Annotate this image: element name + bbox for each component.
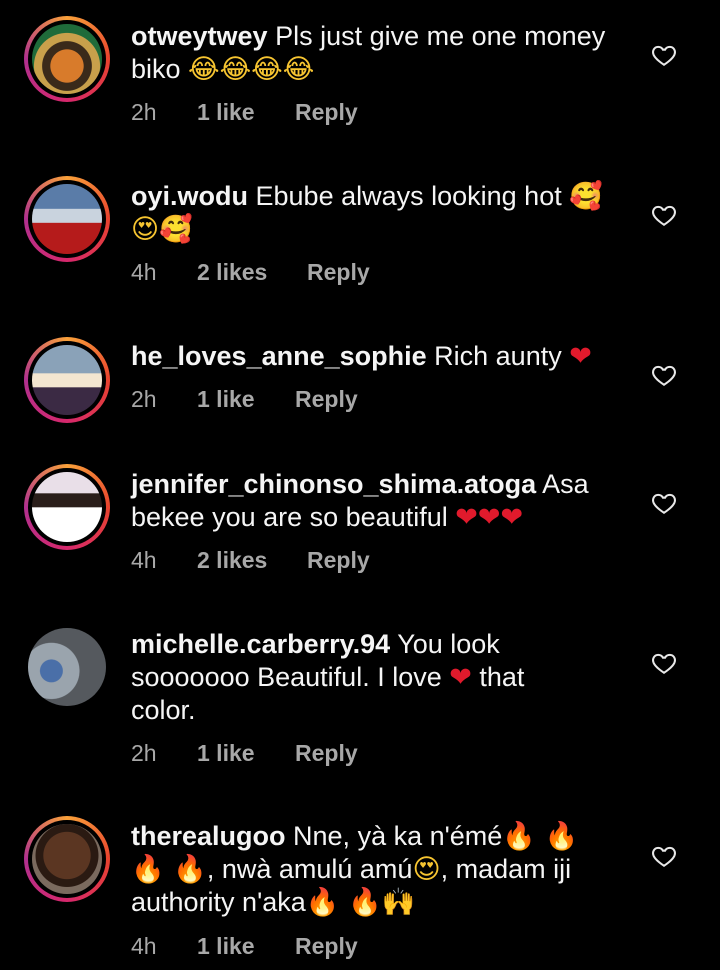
heart-outline-icon[interactable] — [651, 42, 677, 68]
comment-body: therealugoo Nne, yà ka n'émé🔥 🔥 🔥 🔥, nwà… — [131, 820, 601, 919]
comment-text: Rich aunty — [434, 341, 562, 371]
avatar[interactable] — [24, 176, 110, 262]
comment-time: 4h — [131, 547, 157, 573]
comment-username[interactable]: jennifer_chinonso_shima.atoga — [131, 469, 536, 499]
reply-button[interactable]: Reply — [295, 933, 358, 960]
reply-button[interactable]: Reply — [295, 740, 358, 767]
comment-emoji: ❤ — [569, 341, 592, 372]
avatar[interactable] — [24, 464, 110, 550]
comment-body: otweytwey Pls just give me one money bik… — [131, 20, 621, 86]
comment-likes[interactable]: 1 like — [197, 386, 295, 413]
comment-username[interactable]: otweytwey — [131, 21, 268, 51]
comment-body: he_loves_anne_sophie Rich aunty ❤ — [131, 340, 651, 373]
heart-outline-icon[interactable] — [651, 362, 677, 388]
comment-emoji: ❤❤❤ — [455, 502, 524, 533]
comment-likes[interactable]: 2 likes — [197, 259, 307, 286]
comment-time: 2h — [131, 99, 157, 125]
comment-likes[interactable]: 1 like — [197, 933, 295, 960]
comment-emoji: 🔥 🔥🙌 — [305, 887, 416, 918]
comment-username[interactable]: michelle.carberry.94 — [131, 629, 390, 659]
comment-likes[interactable]: 1 like — [197, 99, 295, 126]
comment-time: 4h — [131, 259, 157, 285]
reply-button[interactable]: Reply — [307, 259, 370, 286]
comment-emoji: 😂😂😂😂 — [188, 54, 315, 85]
reply-button[interactable]: Reply — [307, 547, 370, 574]
heart-outline-icon[interactable] — [651, 843, 677, 869]
comment-body: oyi.wodu Ebube always looking hot 🥰😍🥰 — [131, 180, 621, 246]
avatar[interactable] — [24, 337, 110, 423]
comment-time: 4h — [131, 933, 157, 959]
heart-outline-icon[interactable] — [651, 650, 677, 676]
heart-outline-icon[interactable] — [651, 490, 677, 516]
comment-likes[interactable]: 1 like — [197, 740, 295, 767]
comment-meta: 2h 1 like Reply — [131, 99, 358, 126]
comment-meta: 2h 1 like Reply — [131, 386, 358, 413]
comment-text-continued: , nwà amulú amú — [206, 854, 413, 884]
comment-emoji: 😍 — [412, 854, 441, 885]
comment-likes[interactable]: 2 likes — [197, 547, 307, 574]
reply-button[interactable]: Reply — [295, 99, 358, 126]
avatar[interactable] — [28, 628, 106, 706]
comment-emoji: ❤ — [449, 662, 472, 693]
comment-time: 2h — [131, 386, 157, 412]
comment-body: jennifer_chinonso_shima.atoga Asa bekee … — [131, 468, 611, 534]
comment-body: michelle.carberry.94 You look sooooooo B… — [131, 628, 591, 727]
heart-outline-icon[interactable] — [651, 202, 677, 228]
comment-text: Ebube always looking hot — [255, 181, 562, 211]
reply-button[interactable]: Reply — [295, 386, 358, 413]
comment-meta: 4h 1 like Reply — [131, 933, 358, 960]
comment-username[interactable]: therealugoo — [131, 821, 286, 851]
avatar[interactable] — [24, 816, 110, 902]
comment-meta: 2h 1 like Reply — [131, 740, 358, 767]
avatar[interactable] — [24, 16, 110, 102]
comment-meta: 4h 2 likes Reply — [131, 547, 370, 574]
comment-username[interactable]: oyi.wodu — [131, 181, 248, 211]
comment-meta: 4h 2 likes Reply — [131, 259, 370, 286]
comment-username[interactable]: he_loves_anne_sophie — [131, 341, 427, 371]
comment-time: 2h — [131, 740, 157, 766]
comment-text: Nne, yà ka n'émé — [293, 821, 503, 851]
